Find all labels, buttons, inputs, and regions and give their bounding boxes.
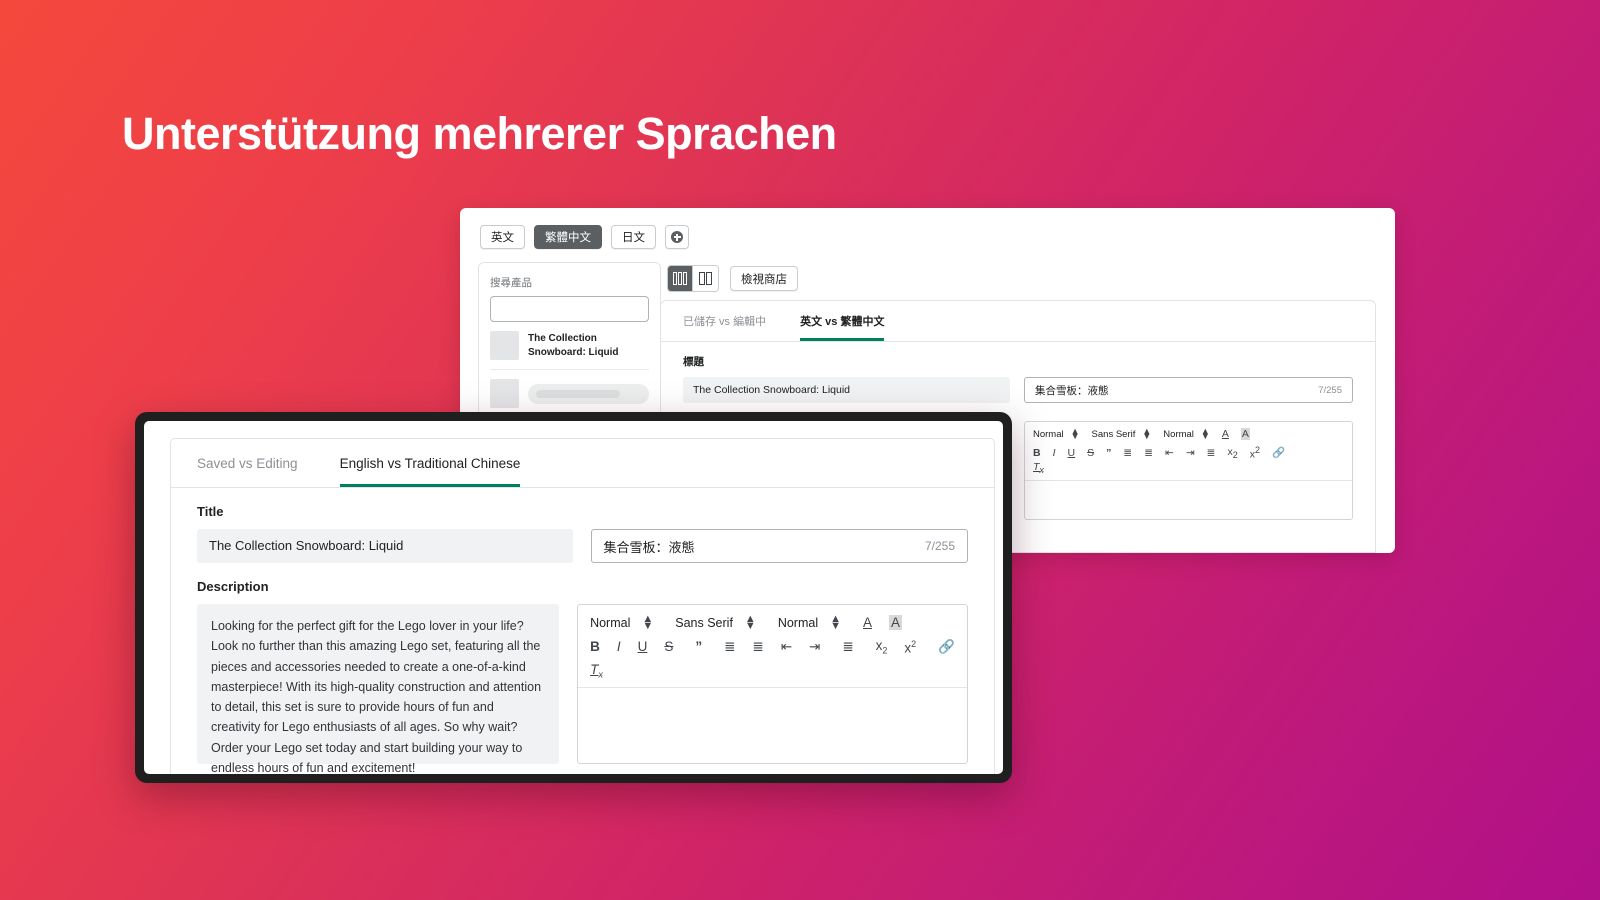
back-title-fields: The Collection Snowboard: Liquid 集合雪板：液態… (661, 369, 1375, 403)
back-title-translation-value: 集合雪板：液態 (1035, 384, 1109, 397)
back-view-toolbar: 檢視商店 (667, 265, 798, 292)
front-title-counter: 7/255 (924, 539, 955, 553)
front-description-fields: Looking for the perfect gift for the Leg… (171, 594, 994, 774)
chevron-updown-icon: ▲ ▼ (744, 613, 756, 632)
front-title-source-field: The Collection Snowboard: Liquid (197, 529, 573, 563)
add-language-button[interactable] (665, 225, 689, 249)
back-ordered-list-button[interactable]: ≣ (1123, 447, 1132, 459)
back-link-button[interactable]: 🔗 (1272, 446, 1285, 459)
plus-circle-icon (671, 231, 683, 243)
front-description-source-field: Looking for the perfect gift for the Leg… (197, 604, 560, 774)
front-align-button[interactable]: ≣ (842, 639, 853, 655)
product-title: The Collection Snowboard: Liquid (528, 333, 619, 358)
back-view-store-button[interactable]: 檢視商店 (730, 266, 798, 291)
back-font-select[interactable]: Sans Serif ▲ ▼ (1092, 426, 1164, 441)
language-chip-english[interactable]: 英文 (480, 225, 525, 249)
back-title-counter: 7/255 (1318, 384, 1342, 396)
back-strikethrough-button[interactable]: S (1087, 447, 1094, 459)
front-title-fields: The Collection Snowboard: Liquid 集合雪板：液態… (171, 519, 994, 563)
chevron-updown-icon: ▲ ▼ (830, 613, 841, 632)
back-title-translation-field[interactable]: 集合雪板：液態 7/255 (1024, 377, 1353, 403)
skeleton-line (528, 383, 649, 404)
front-link-button[interactable]: 🔗 (938, 639, 955, 655)
front-title-translation-field[interactable]: 集合雪板：液態 7/255 (590, 529, 968, 563)
language-tab-group: 英文 繁體中文 日文 (480, 225, 689, 249)
back-title-label: 標題 (683, 356, 704, 368)
front-bullet-list-button[interactable]: ≣ (752, 639, 763, 655)
two-column-icon (699, 272, 712, 285)
language-chip-japanese[interactable]: 日文 (611, 225, 656, 249)
back-bold-button[interactable]: B (1033, 447, 1041, 459)
back-italic-button[interactable]: I (1053, 447, 1056, 459)
front-tab-saved-vs-editing[interactable]: Saved vs Editing (197, 456, 298, 487)
back-product-row-placeholder[interactable] (490, 370, 649, 418)
language-chip-traditional-chinese[interactable]: 繁體中文 (534, 225, 602, 249)
back-search-input[interactable] (490, 296, 649, 322)
front-description-editor[interactable]: Normal ▲ ▼ Sans Serif ▲ ▼ Normal ▲ ▼ A A B I U… (577, 604, 968, 764)
back-background-color-button[interactable]: A (1240, 428, 1250, 440)
back-editor-toolbar: Normal ▲ ▼ Sans Serif ▲ ▼ Normal ▲ ▼ A A B I U… (1025, 422, 1352, 481)
back-clear-format-button[interactable]: Tx (1033, 461, 1044, 475)
front-bold-button[interactable]: B (590, 639, 600, 654)
three-column-icon (673, 272, 687, 285)
front-editor-toolbar: Normal ▲ ▼ Sans Serif ▲ ▼ Normal ▲ ▼ A A B I U… (578, 605, 967, 689)
back-title-source-field: The Collection Snowboard: Liquid (683, 377, 1010, 403)
back-indent-button[interactable]: ⇥ (1186, 447, 1195, 459)
back-column-layout-toggle (667, 265, 719, 292)
front-clear-format-button[interactable]: Tx (590, 662, 603, 680)
product-thumbnail (490, 379, 519, 408)
two-column-layout-button[interactable] (693, 266, 718, 291)
front-ordered-list-button[interactable]: ≣ (724, 639, 735, 655)
front-editor-body[interactable] (578, 688, 967, 763)
front-italic-button[interactable]: I (617, 639, 621, 654)
front-compare-card: Saved vs Editing English vs Traditional … (170, 438, 995, 774)
three-column-layout-button[interactable] (668, 266, 693, 291)
front-text-color-button[interactable]: A (863, 615, 872, 630)
front-description-label: Description (197, 579, 269, 594)
chevron-updown-icon: ▲ ▼ (1200, 426, 1210, 441)
back-heading-select[interactable]: Normal ▲ ▼ (1033, 426, 1092, 441)
back-text-color-button[interactable]: A (1222, 428, 1229, 440)
back-subscript-button[interactable]: x2 (1227, 446, 1237, 460)
front-title-translation-value: 集合雪板：液態 (603, 539, 695, 555)
back-compare-tabs: 已儲存 vs 編輯中 英文 vs 繁體中文 (661, 301, 1375, 342)
front-strikethrough-button[interactable]: S (664, 639, 673, 654)
front-size-select[interactable]: Normal ▲ ▼ (778, 613, 863, 632)
front-title-label: Title (197, 504, 224, 519)
front-heading-select[interactable]: Normal ▲ ▼ (590, 613, 675, 632)
front-background-color-button[interactable]: A (889, 615, 903, 630)
front-font-select[interactable]: Sans Serif ▲ ▼ (675, 613, 778, 632)
front-indent-button[interactable]: ⇥ (809, 639, 820, 655)
back-align-button[interactable]: ≣ (1207, 447, 1216, 459)
product-thumbnail (490, 331, 519, 360)
back-search-label: 搜尋產品 (490, 277, 532, 289)
front-tab-english-vs-traditional-chinese[interactable]: English vs Traditional Chinese (339, 456, 521, 487)
front-underline-button[interactable]: U (638, 639, 648, 654)
back-underline-button[interactable]: U (1068, 447, 1076, 459)
back-outdent-button[interactable]: ⇤ (1165, 447, 1174, 459)
back-size-select[interactable]: Normal ▲ ▼ (1163, 426, 1222, 441)
page-headline: Unterstützung mehrerer Sprachen (122, 108, 837, 159)
back-description-editor[interactable]: Normal ▲ ▼ Sans Serif ▲ ▼ Normal ▲ ▼ A A B I U… (1024, 421, 1353, 520)
back-blockquote-button[interactable]: ” (1106, 447, 1111, 459)
front-outdent-button[interactable]: ⇤ (781, 639, 792, 655)
back-tab-english-vs-chinese[interactable]: 英文 vs 繁體中文 (800, 313, 885, 341)
front-subscript-button[interactable]: x2 (876, 638, 888, 656)
back-superscript-button[interactable]: x2 (1250, 445, 1260, 461)
chevron-updown-icon: ▲ ▼ (642, 613, 654, 632)
front-panel-window: Saved vs Editing English vs Traditional … (135, 412, 1012, 783)
back-bullet-list-button[interactable]: ≣ (1144, 447, 1153, 459)
chevron-updown-icon: ▲ ▼ (1070, 426, 1080, 441)
front-panel-viewport: Saved vs Editing English vs Traditional … (144, 421, 1003, 774)
back-product-row[interactable]: The Collection Snowboard: Liquid (490, 322, 649, 370)
chevron-updown-icon: ▲ ▼ (1142, 426, 1152, 441)
front-blockquote-button[interactable]: ” (695, 639, 702, 654)
back-editor-body[interactable] (1025, 481, 1352, 519)
back-tab-saved-vs-editing[interactable]: 已儲存 vs 編輯中 (683, 313, 766, 341)
front-superscript-button[interactable]: x2 (904, 639, 916, 656)
front-compare-tabs: Saved vs Editing English vs Traditional … (171, 439, 994, 488)
